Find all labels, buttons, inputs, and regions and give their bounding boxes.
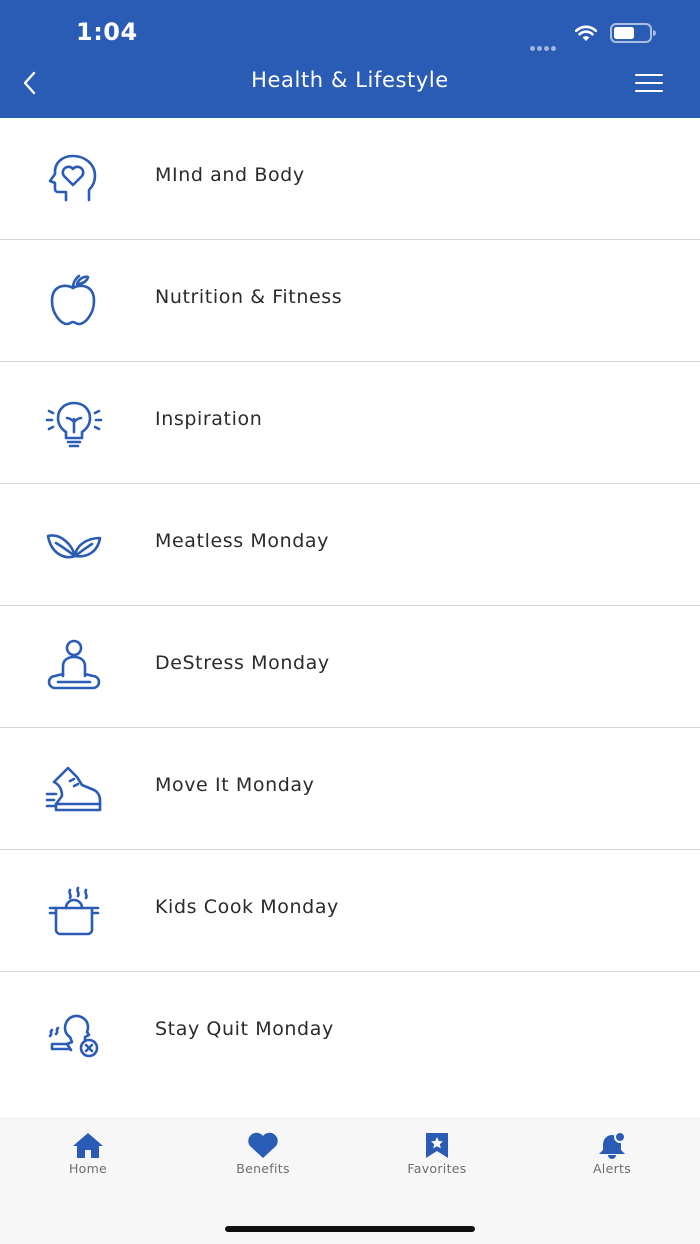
list-item-meatless-monday[interactable]: Meatless Monday: [0, 484, 700, 606]
list-item-move-it-monday[interactable]: Move It Monday: [0, 728, 700, 850]
list-item-label: Kids Cook Monday: [155, 896, 339, 918]
cooking-pot-icon: [48, 886, 100, 936]
head-heart-icon: [48, 154, 97, 202]
list-item-label: Move It Monday: [155, 774, 315, 796]
apple-icon: [50, 274, 96, 326]
wifi-icon: [574, 25, 598, 41]
list-item-destress-monday[interactable]: DeStress Monday: [0, 606, 700, 728]
bookmark-star-icon: [426, 1133, 448, 1158]
signal-dots-icon: [530, 36, 562, 51]
list-item-label: MInd and Body: [155, 164, 305, 186]
tab-benefits-label: Benefits: [236, 1161, 290, 1176]
list-item-label: Stay Quit Monday: [155, 1018, 334, 1040]
status-time: 1:04: [76, 18, 138, 46]
bell-icon: [599, 1131, 626, 1159]
tab-benefits[interactable]: Benefits: [203, 1131, 323, 1176]
list-item-stay-quit-monday[interactable]: Stay Quit Monday: [0, 972, 700, 1094]
list-item-label: Meatless Monday: [155, 530, 329, 552]
battery-icon: [610, 23, 656, 43]
tab-alerts-label: Alerts: [592, 1161, 632, 1176]
home-indicator: [225, 1226, 475, 1232]
list-item-kids-cook-monday[interactable]: Kids Cook Monday: [0, 850, 700, 972]
page-title: Health & Lifestyle: [251, 68, 449, 92]
leaves-icon: [46, 534, 102, 559]
list-item-inspiration[interactable]: Inspiration: [0, 362, 700, 484]
list-item-label: Nutrition & Fitness: [155, 286, 343, 308]
tab-alerts[interactable]: Alerts: [552, 1131, 672, 1176]
category-list: MInd and Body Nutrition & Fitness Inspir…: [0, 118, 700, 1094]
heart-icon: [248, 1132, 278, 1158]
meditation-icon: [47, 639, 101, 690]
list-item-nutrition-fitness[interactable]: Nutrition & Fitness: [0, 240, 700, 362]
app-header: 1:04 Health & Lifestyle: [0, 0, 700, 118]
tab-favorites-label: Favorites: [407, 1161, 467, 1176]
lightbulb-icon: [45, 401, 103, 448]
tab-favorites[interactable]: Favorites: [377, 1131, 497, 1176]
list-item-label: Inspiration: [155, 408, 263, 430]
list-item-mind-and-body[interactable]: MInd and Body: [0, 118, 700, 240]
no-smoking-icon: [48, 1014, 99, 1058]
home-icon: [73, 1133, 103, 1158]
running-shoe-icon: [45, 766, 102, 812]
tab-home-label: Home: [68, 1161, 108, 1176]
hamburger-menu-icon[interactable]: [634, 72, 664, 94]
tab-home[interactable]: Home: [28, 1131, 148, 1176]
list-item-label: DeStress Monday: [155, 652, 330, 674]
